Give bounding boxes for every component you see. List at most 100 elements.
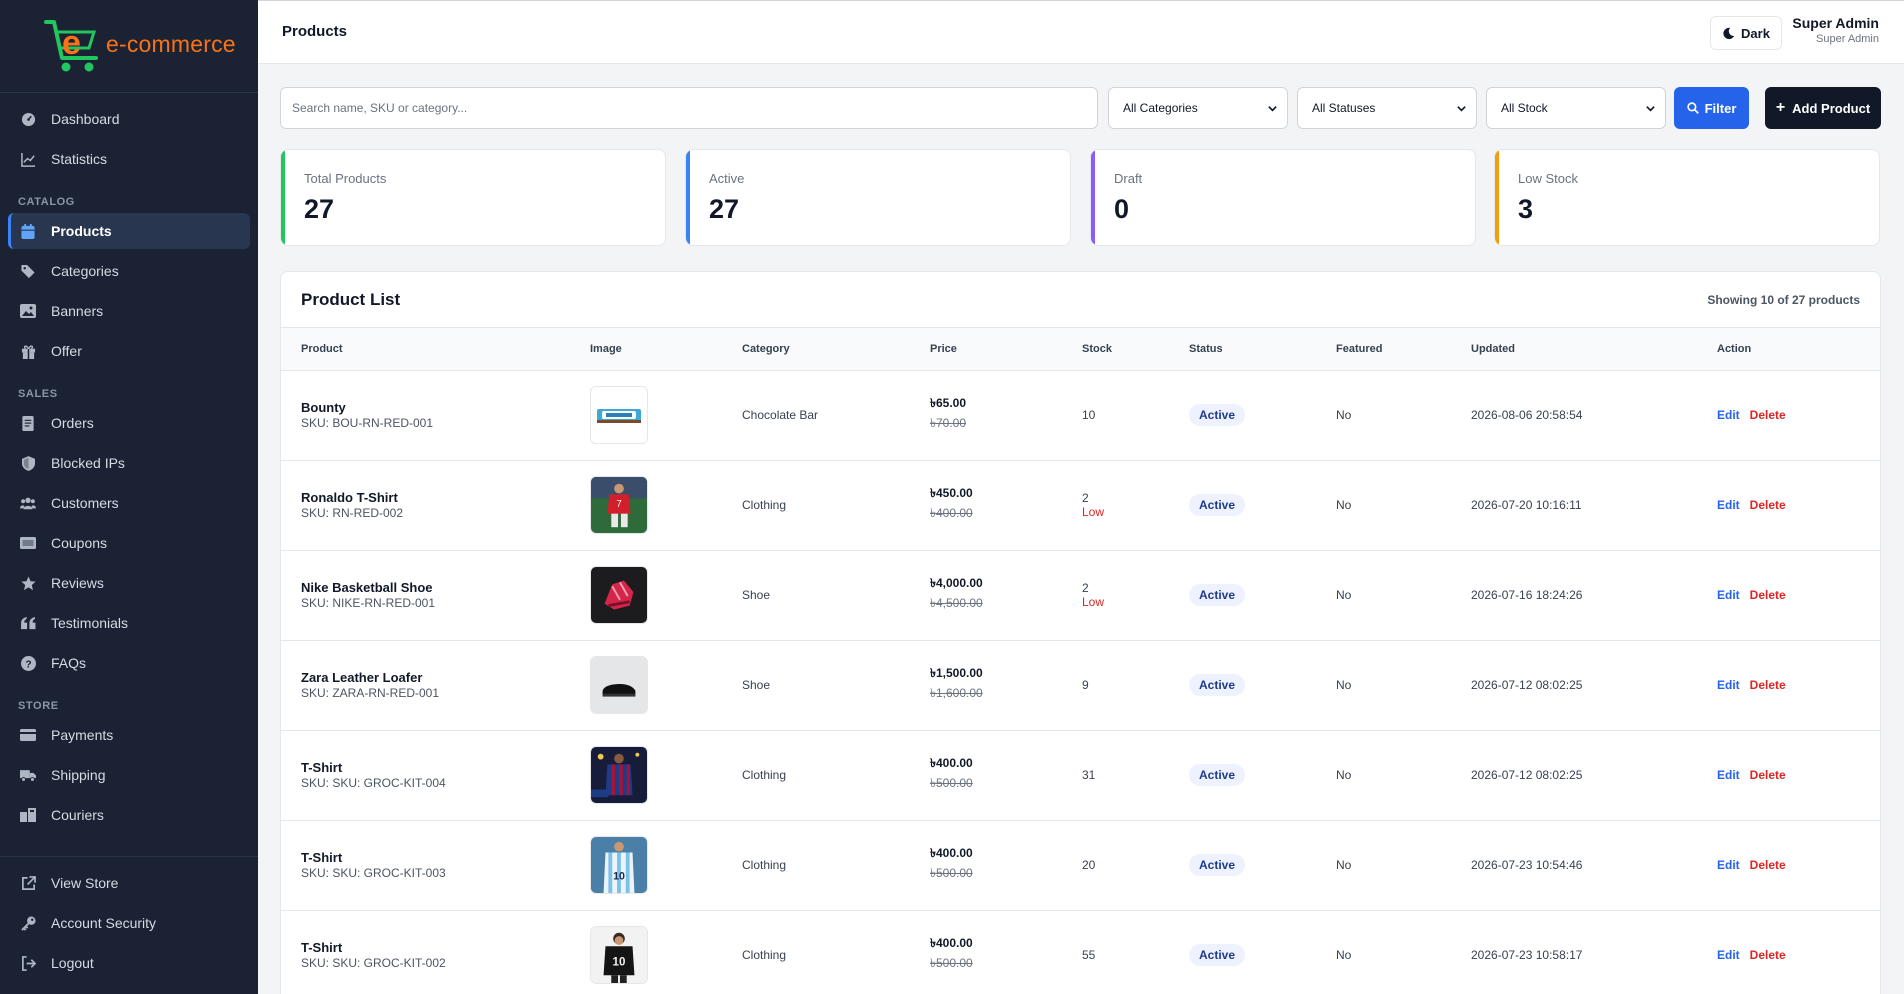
edit-link[interactable]: Edit [1717,498,1740,512]
delete-link[interactable]: Delete [1750,588,1786,602]
filter-button[interactable]: Filter [1674,87,1749,129]
sidebar-item-categories[interactable]: Categories [8,253,250,289]
category-select[interactable]: All Categories [1108,87,1288,129]
delete-link[interactable]: Delete [1750,858,1786,872]
delete-link[interactable]: Delete [1750,948,1786,962]
delete-link[interactable]: Delete [1750,768,1786,782]
sidebar-item-view-store[interactable]: View Store [8,865,250,901]
edit-link[interactable]: Edit [1717,768,1740,782]
sidebar-item-label: Testimonials [51,615,129,631]
sidebar-item-customers[interactable]: Customers [8,485,250,521]
product-sku: SKU: NIKE-RN-RED-001 [301,596,436,610]
product-image: 10 [590,836,648,894]
sidebar-item-shipping[interactable]: Shipping [8,757,250,793]
delete-link[interactable]: Delete [1750,678,1786,692]
stat-card-total: Total Products 27 [280,149,666,246]
product-stock: 9 [1082,678,1089,692]
product-list-header: Product List Showing 10 of 27 products [281,272,1880,328]
product-updated: 2026-07-23 10:58:17 [1471,948,1583,962]
sidebar-item-payments[interactable]: Payments [8,717,250,753]
delete-link[interactable]: Delete [1750,498,1786,512]
sidebar-item-label: Banners [51,303,104,319]
sidebar-item-offer[interactable]: Offer [8,333,250,369]
status-badge: Active [1189,674,1246,696]
sidebar-item-couriers[interactable]: Couriers [8,797,250,833]
col-header[interactable]: Product [281,328,570,370]
sidebar-item-account-security[interactable]: Account Security [8,905,250,941]
sidebar-item-label: Dashboard [51,111,120,127]
edit-link[interactable]: Edit [1717,408,1740,422]
filter-bar: All Categories All Statuses All Stock Fi… [280,87,1881,129]
sidebar-item-reviews[interactable]: Reviews [8,565,250,601]
product-category: Clothing [742,858,787,872]
user-menu[interactable]: Super Admin Super Admin [1792,15,1879,45]
col-header[interactable]: Action [1697,328,1880,370]
col-header[interactable]: Price [910,328,1062,370]
product-sku: SKU: SKU: GROC-KIT-002 [301,956,446,970]
cart-logo-icon: e [44,18,104,74]
stat-value: 27 [709,194,740,224]
sidebar-nav: Dashboard Statistics CATALOG Products Ca… [0,93,258,833]
product-name[interactable]: Zara Leather Loafer [301,670,570,685]
product-name[interactable]: T-Shirt [301,940,570,955]
chevron-down-icon [1646,106,1655,112]
product-image [590,656,648,714]
sidebar-item-products[interactable]: Products [8,213,250,249]
receipt-icon [20,415,36,431]
theme-toggle-button[interactable]: Dark [1710,16,1782,50]
stat-card-low-stock: Low Stock 3 [1494,149,1880,246]
sidebar-item-label: Couriers [51,807,104,823]
sidebar-item-label: Payments [51,727,114,743]
product-updated: 2026-07-16 18:24:26 [1471,588,1583,602]
shield-icon [20,455,36,471]
sidebar-item-orders[interactable]: Orders [8,405,250,441]
sidebar-item-banners[interactable]: Banners [8,293,250,329]
edit-link[interactable]: Edit [1717,588,1740,602]
stat-value: 0 [1114,194,1130,224]
quote-icon [20,615,36,631]
sidebar-item-logout[interactable]: Logout [8,945,250,981]
col-header[interactable]: Image [570,328,722,370]
col-header[interactable]: Category [722,328,910,370]
sidebar-item-blocked-ips[interactable]: Blocked IPs [8,445,250,481]
image-icon [20,303,36,319]
chevron-down-icon [1457,106,1466,112]
product-name[interactable]: Nike Basketball Shoe [301,580,570,595]
sidebar-item-coupons[interactable]: Coupons [8,525,250,561]
user-role: Super Admin [1816,33,1879,45]
product-name[interactable]: T-Shirt [301,850,570,865]
status-select[interactable]: All Statuses [1297,87,1477,129]
col-header[interactable]: Updated [1451,328,1697,370]
product-sku: SKU: ZARA-RN-RED-001 [301,686,440,700]
sidebar-item-dashboard[interactable]: Dashboard [8,101,250,137]
svg-text:10: 10 [613,957,626,969]
moon-icon [1723,27,1735,39]
product-price: ৳65.00 [930,396,967,410]
product-stock: 20 [1082,858,1096,872]
product-name[interactable]: T-Shirt [301,760,570,775]
sidebar-item-faqs[interactable]: ? FAQs [8,645,250,681]
stat-label: Draft [1114,171,1143,186]
col-header[interactable]: Status [1169,328,1316,370]
brand-logo[interactable]: e e-commerce [44,18,236,74]
sidebar-item-statistics[interactable]: Statistics [8,141,250,177]
gift-icon [20,343,36,359]
logout-icon [20,955,36,971]
add-product-button[interactable]: + Add Product [1765,87,1881,129]
sidebar-item-testimonials[interactable]: Testimonials [8,605,250,641]
col-header[interactable]: Featured [1316,328,1451,370]
edit-link[interactable]: Edit [1717,858,1740,872]
sidebar-section-store: STORE [18,700,59,712]
product-old-price: ৳70.00 [930,416,967,430]
product-list-title: Product List [301,290,401,309]
edit-link[interactable]: Edit [1717,948,1740,962]
delete-link[interactable]: Delete [1750,408,1786,422]
product-name[interactable]: Ronaldo T-Shirt [301,490,570,505]
search-input[interactable] [280,87,1098,129]
product-name[interactable]: Bounty [301,400,570,415]
edit-link[interactable]: Edit [1717,678,1740,692]
category-select-value: All Categories [1123,101,1198,115]
status-badge: Active [1189,404,1246,426]
col-header[interactable]: Stock [1062,328,1169,370]
stock-select[interactable]: All Stock [1486,87,1666,129]
